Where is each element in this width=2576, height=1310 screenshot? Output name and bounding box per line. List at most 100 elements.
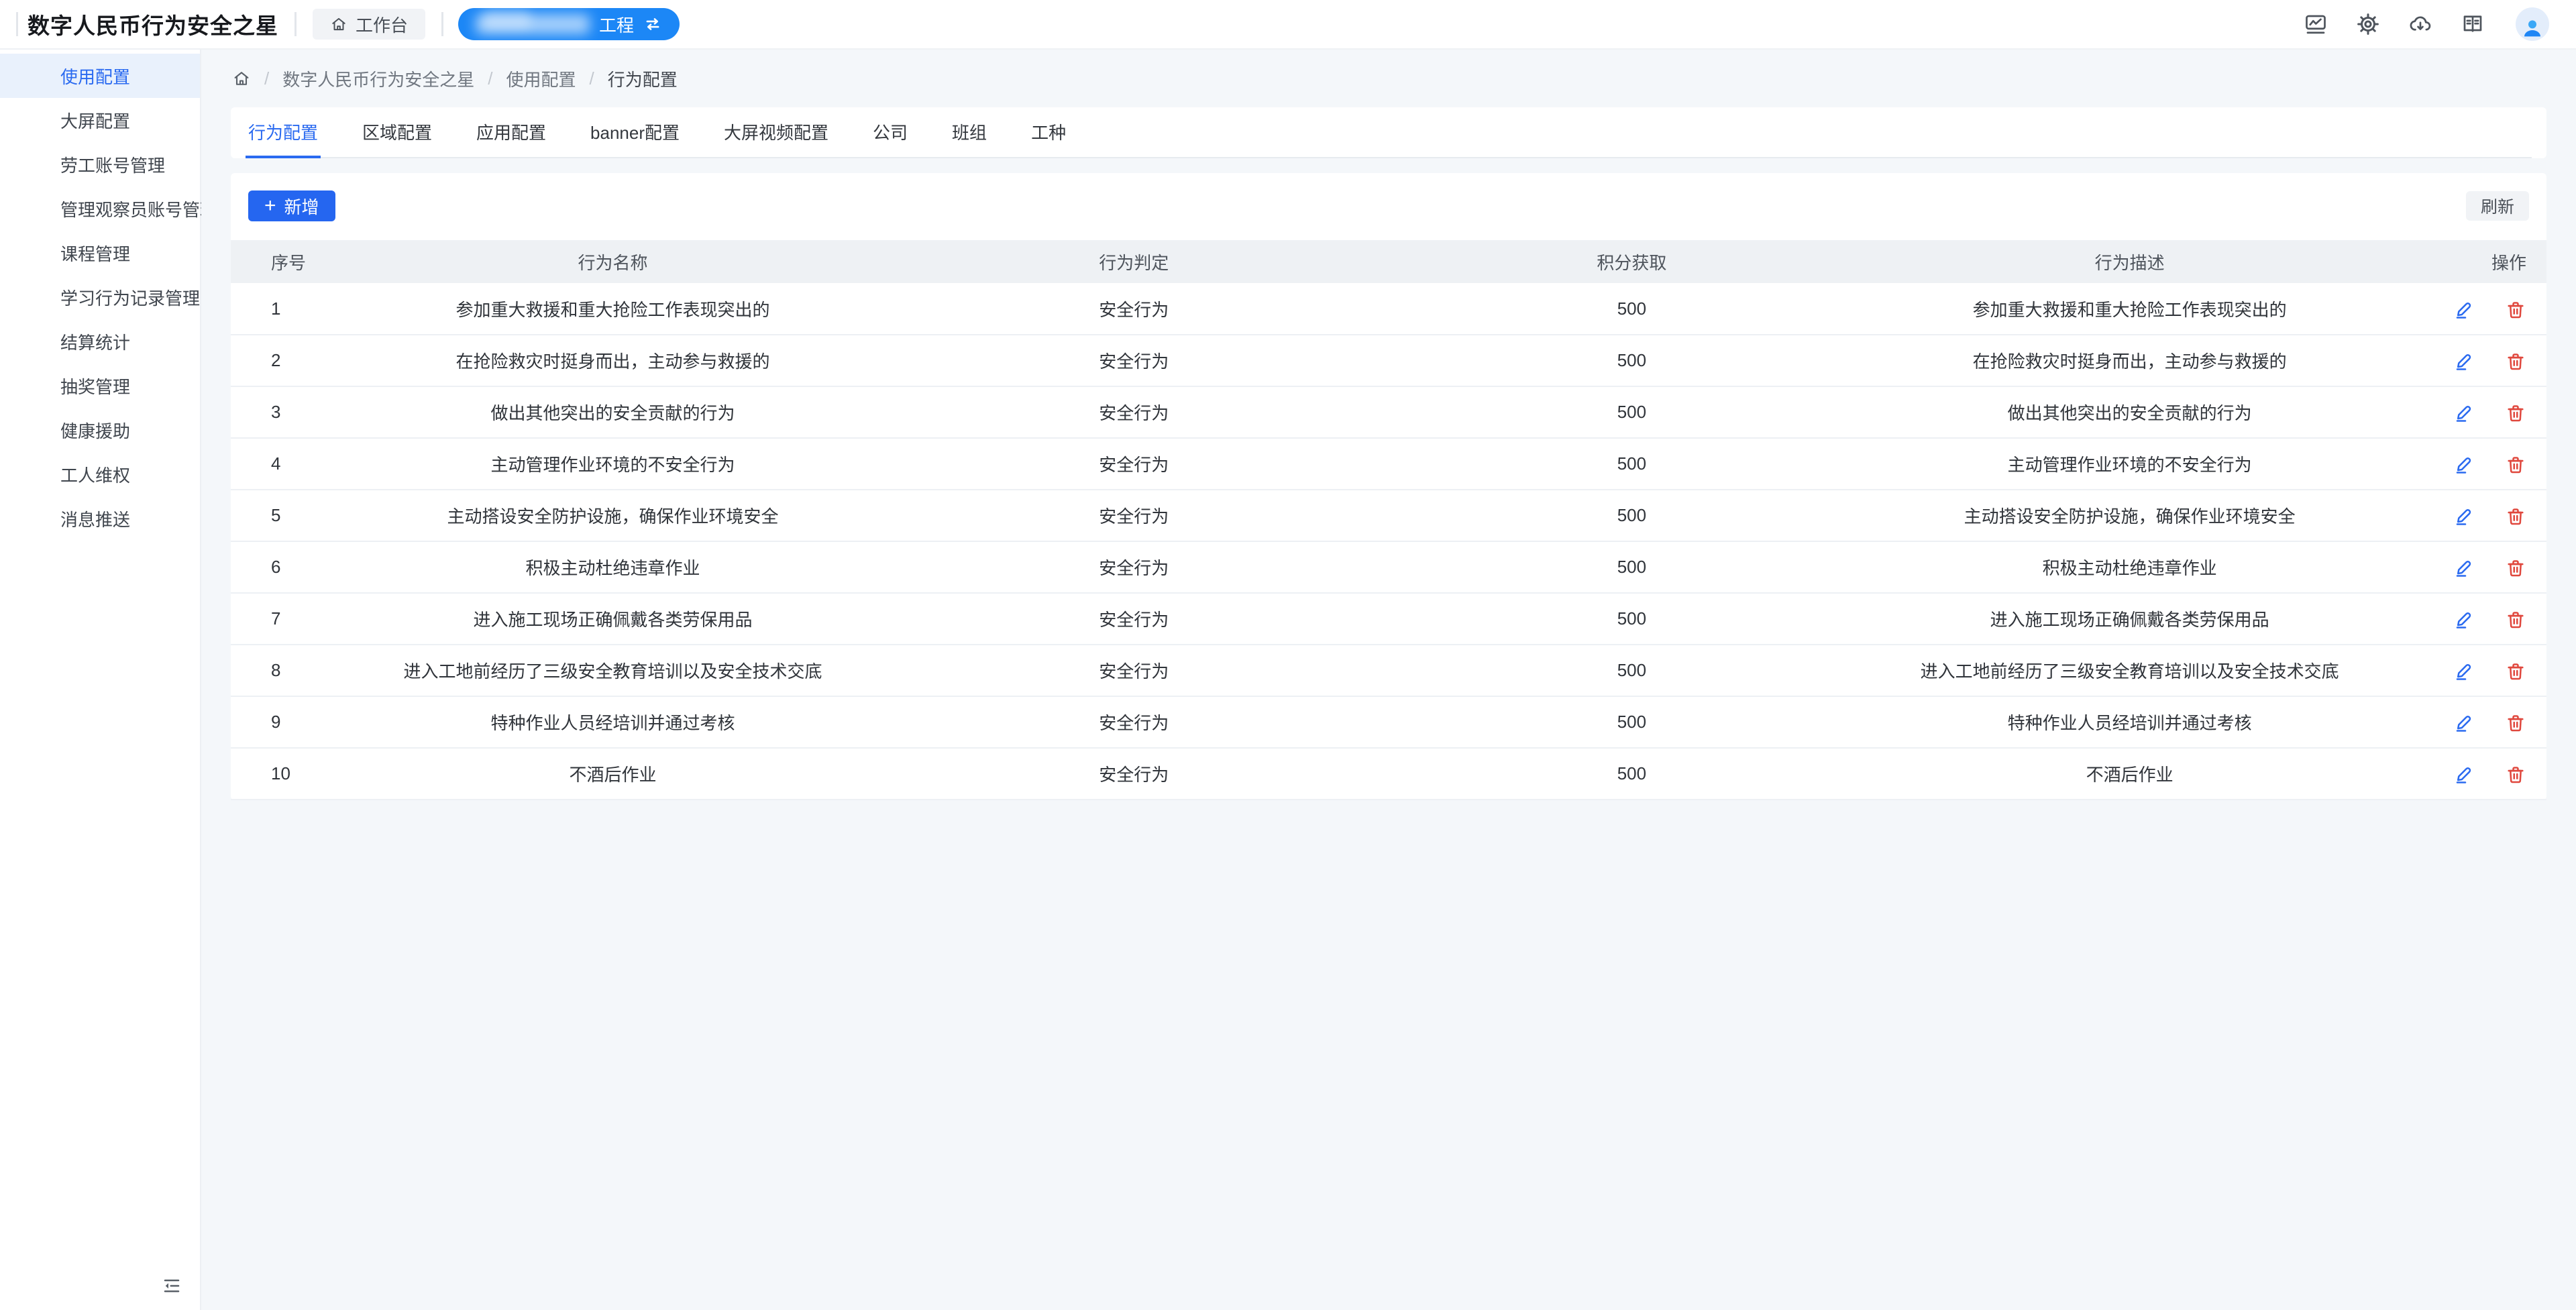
delete-button[interactable] bbox=[2505, 402, 2526, 423]
sidebar-item-9[interactable]: 健康援助 bbox=[0, 408, 200, 452]
edit-button[interactable] bbox=[2453, 608, 2475, 630]
trash-icon bbox=[2505, 453, 2526, 475]
book-manual-icon[interactable] bbox=[2461, 12, 2485, 36]
breadcrumb-item-2[interactable]: 使用配置 bbox=[506, 66, 576, 91]
cell-score: 500 bbox=[1411, 645, 1851, 696]
edit-button[interactable] bbox=[2453, 505, 2475, 527]
app-title: 数字人民币行为安全之星 bbox=[28, 8, 278, 40]
cell-index: 9 bbox=[231, 696, 370, 748]
cell-behavior-name: 进入施工现场正确佩戴各类劳保用品 bbox=[370, 593, 856, 645]
delete-button[interactable] bbox=[2505, 608, 2526, 630]
delete-button[interactable] bbox=[2505, 298, 2526, 320]
breadcrumb-home-icon[interactable] bbox=[232, 69, 251, 88]
sidebar-item-3[interactable]: 劳工账号管理 bbox=[0, 142, 200, 186]
cell-behavior-judgement: 安全行为 bbox=[856, 645, 1411, 696]
edit-button[interactable] bbox=[2453, 763, 2475, 785]
cell-score: 500 bbox=[1411, 748, 1851, 800]
column-header-2: 行为名称 bbox=[370, 240, 856, 283]
sidebar-item-7[interactable]: 结算统计 bbox=[0, 319, 200, 364]
cell-behavior-name: 主动搭设安全防护设施，确保作业环境安全 bbox=[370, 490, 856, 541]
breadcrumb-item-3[interactable]: 行为配置 bbox=[608, 66, 678, 91]
edit-button[interactable] bbox=[2453, 712, 2475, 733]
cell-index: 4 bbox=[231, 438, 370, 490]
delete-button[interactable] bbox=[2505, 660, 2526, 681]
delete-button[interactable] bbox=[2505, 505, 2526, 527]
cell-behavior-description: 进入施工现场正确佩戴各类劳保用品 bbox=[1851, 593, 2407, 645]
redacted-project-name bbox=[476, 14, 590, 34]
table-header-row: 序号行为名称行为判定积分获取行为描述操作 bbox=[231, 240, 2546, 283]
column-header-3: 行为判定 bbox=[856, 240, 1411, 283]
sidebar-item-label: 管理观察员账号管理 bbox=[60, 197, 217, 221]
cell-behavior-description: 在抢险救灾时挺身而出，主动参与救援的 bbox=[1851, 335, 2407, 386]
edit-button[interactable] bbox=[2453, 298, 2475, 320]
edit-pencil-icon bbox=[2453, 763, 2475, 785]
delete-button[interactable] bbox=[2505, 712, 2526, 733]
cell-behavior-description: 特种作业人员经培训并通过考核 bbox=[1851, 696, 2407, 748]
edit-pencil-icon bbox=[2453, 557, 2475, 578]
tab-3[interactable]: 应用配置 bbox=[474, 107, 549, 158]
settings-gear-icon[interactable] bbox=[2356, 12, 2380, 36]
cell-behavior-description: 进入工地前经历了三级安全教育培训以及安全技术交底 bbox=[1851, 645, 2407, 696]
sidebar-item-6[interactable]: 学习行为记录管理 bbox=[0, 275, 200, 319]
tab-7[interactable]: 班组 bbox=[949, 107, 989, 158]
table-card: + 新增 刷新 序号行为名称行为判定积分获取行为描述操作 1 参加重大救援和重大… bbox=[231, 173, 2546, 800]
board-chart-icon bbox=[24, 110, 44, 130]
add-button[interactable]: + 新增 bbox=[248, 190, 335, 221]
cell-index: 2 bbox=[231, 335, 370, 386]
cell-index: 1 bbox=[231, 283, 370, 335]
tab-2[interactable]: 区域配置 bbox=[360, 107, 435, 158]
table-body: 1 参加重大救援和重大抢险工作表现突出的 安全行为 500 参加重大救援和重大抢… bbox=[231, 283, 2546, 800]
tab-5[interactable]: 大屏视频配置 bbox=[721, 107, 831, 158]
tab-8[interactable]: 工种 bbox=[1028, 107, 1069, 158]
cell-index: 3 bbox=[231, 386, 370, 438]
board-chart-icon bbox=[24, 199, 44, 219]
sidebar-collapse-button[interactable] bbox=[158, 1272, 185, 1299]
tab-4[interactable]: banner配置 bbox=[588, 107, 682, 158]
sidebar-item-4[interactable]: 管理观察员账号管理 bbox=[0, 186, 200, 231]
sidebar-item-5[interactable]: 课程管理 bbox=[0, 231, 200, 275]
edit-button[interactable] bbox=[2453, 350, 2475, 372]
sidebar-item-11[interactable]: 消息推送 bbox=[0, 496, 200, 541]
sidebar: 使用配置 大屏配置 劳工账号管理 管理观察员账号管理 课程管理 学习行为记录管理… bbox=[0, 50, 201, 1310]
table-row: 6 积极主动杜绝违章作业 安全行为 500 积极主动杜绝违章作业 bbox=[231, 541, 2546, 593]
board-chart-icon bbox=[24, 376, 44, 396]
trash-icon bbox=[2505, 557, 2526, 578]
project-switcher-pill[interactable]: 工程 bbox=[458, 8, 680, 40]
breadcrumb-item-1[interactable]: 数字人民币行为安全之星 bbox=[282, 66, 474, 91]
divider bbox=[441, 12, 443, 36]
refresh-button[interactable]: 刷新 bbox=[2466, 191, 2529, 221]
delete-button[interactable] bbox=[2505, 453, 2526, 475]
tab-1[interactable]: 行为配置 bbox=[246, 107, 321, 158]
swap-icon bbox=[643, 15, 662, 34]
trash-icon bbox=[2505, 660, 2526, 681]
sidebar-item-label: 使用配置 bbox=[60, 64, 130, 89]
delete-button[interactable] bbox=[2505, 557, 2526, 578]
tab-6[interactable]: 公司 bbox=[870, 107, 910, 158]
cell-actions bbox=[2408, 283, 2546, 335]
edit-pencil-icon bbox=[2453, 608, 2475, 630]
user-avatar[interactable] bbox=[2516, 7, 2549, 41]
cell-actions bbox=[2408, 386, 2546, 438]
board-chart-icon bbox=[24, 287, 44, 307]
sidebar-item-1[interactable]: 使用配置 bbox=[0, 54, 200, 98]
workbench-button[interactable]: 工作台 bbox=[313, 9, 425, 40]
cell-actions bbox=[2408, 593, 2546, 645]
monitor-chart-icon[interactable] bbox=[2304, 12, 2328, 36]
cell-actions bbox=[2408, 541, 2546, 593]
delete-button[interactable] bbox=[2505, 350, 2526, 372]
edit-button[interactable] bbox=[2453, 660, 2475, 681]
divider bbox=[294, 12, 297, 36]
cloud-download-icon[interactable] bbox=[2408, 12, 2432, 36]
cell-behavior-description: 不酒后作业 bbox=[1851, 748, 2407, 800]
sidebar-item-10[interactable]: 工人维权 bbox=[0, 452, 200, 496]
trash-icon bbox=[2505, 505, 2526, 527]
delete-button[interactable] bbox=[2505, 763, 2526, 785]
edit-button[interactable] bbox=[2453, 402, 2475, 423]
edit-button[interactable] bbox=[2453, 453, 2475, 475]
cell-behavior-judgement: 安全行为 bbox=[856, 541, 1411, 593]
sidebar-item-8[interactable]: 抽奖管理 bbox=[0, 364, 200, 408]
column-header-5: 行为描述 bbox=[1851, 240, 2407, 283]
sidebar-item-2[interactable]: 大屏配置 bbox=[0, 98, 200, 142]
edit-button[interactable] bbox=[2453, 557, 2475, 578]
trash-icon bbox=[2505, 712, 2526, 733]
